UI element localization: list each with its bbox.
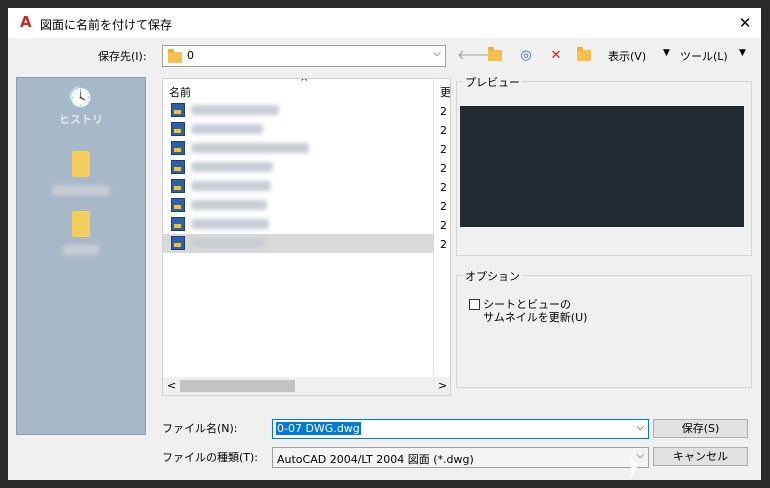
tools-dropdown-icon[interactable]: ▼	[739, 48, 746, 58]
table-row[interactable]	[163, 158, 434, 177]
date-cell: 2	[440, 219, 447, 232]
update-thumbnail-label-2: サムネイルを更新(U)	[483, 311, 588, 324]
filetype-label: ファイルの種類(T):	[162, 451, 259, 464]
up-folder-button[interactable]	[485, 46, 505, 66]
options-group: オプション	[456, 268, 752, 388]
folder-up-icon	[488, 47, 502, 61]
savein-label: 保存先(I):	[98, 50, 147, 63]
folder-icon	[72, 151, 90, 177]
table-row[interactable]	[163, 196, 434, 215]
savein-value: 0	[187, 49, 194, 62]
history-icon: 🕓	[67, 86, 95, 111]
file-name-blurred	[191, 105, 279, 115]
dwg-file-icon	[171, 103, 185, 117]
file-name-blurred	[191, 162, 273, 172]
folder-icon	[168, 49, 182, 63]
place-label-blurred	[63, 245, 99, 255]
new-folder-icon	[577, 47, 591, 61]
date-cell: 2	[440, 143, 447, 156]
table-row[interactable]	[163, 101, 434, 120]
filename-value: 0-07 DWG.dwg	[276, 422, 361, 435]
save-button[interactable]: 保存(S)	[653, 419, 748, 438]
date-cell: 2	[440, 124, 447, 137]
dwg-file-icon	[171, 141, 185, 155]
scroll-right-icon[interactable]: >	[438, 379, 447, 392]
filename-label: ファイル名(N):	[162, 422, 238, 435]
options-label: オプション	[463, 268, 522, 284]
mouse-cursor-icon	[631, 459, 638, 479]
date-cell: 2	[440, 181, 447, 194]
title-bar: A 図面に名前を付けて保存 ✕	[8, 8, 761, 38]
dwg-file-icon	[171, 122, 185, 136]
table-row[interactable]	[163, 177, 434, 196]
chevron-down-icon[interactable]: ⌵	[636, 422, 644, 433]
back-icon[interactable]: 🡐	[457, 46, 492, 66]
file-name-blurred	[191, 238, 265, 248]
tools-menu[interactable]: ツール(L)	[680, 48, 728, 64]
view-dropdown-icon[interactable]: ▼	[663, 48, 670, 58]
savein-combo[interactable]: 0 ⌵	[162, 45, 446, 67]
save-drawing-dialog: A 図面に名前を付けて保存 ✕ 保存先(I): 0 ⌵ 🡐 ◎ ✕ 表示(V) …	[8, 8, 761, 480]
column-header-name[interactable]: 名前	[169, 84, 191, 100]
place-folder-1[interactable]	[17, 151, 145, 198]
file-name-blurred	[191, 200, 267, 210]
places-sidebar: 🕓 ヒストリ	[16, 77, 146, 435]
date-cell: 2	[440, 238, 447, 251]
chevron-down-icon: ⌵	[433, 48, 441, 59]
cancel-button[interactable]: キャンセル	[653, 447, 748, 466]
dwg-file-icon	[171, 236, 185, 250]
update-thumbnail-checkbox[interactable]	[469, 299, 480, 310]
file-name-blurred	[191, 143, 309, 153]
sort-up-icon: ^	[300, 78, 309, 88]
filename-input[interactable]: 0-07 DWG.dwg ⌵	[272, 419, 649, 439]
autocad-icon: A	[20, 13, 32, 31]
file-name-blurred	[191, 181, 271, 191]
filetype-select[interactable]: AutoCAD 2004/LT 2004 図面 (*.dwg) ⌵	[272, 447, 649, 468]
delete-icon[interactable]: ✕	[546, 46, 566, 66]
file-name-blurred	[191, 219, 269, 229]
column-header-date[interactable]: 更	[440, 84, 450, 100]
new-folder-button[interactable]	[574, 46, 594, 66]
folder-icon	[72, 211, 90, 237]
date-cell: 2	[440, 200, 447, 213]
place-folder-2[interactable]	[17, 211, 145, 258]
dwg-file-icon	[171, 217, 185, 231]
dwg-file-icon	[171, 160, 185, 174]
table-row-selected[interactable]	[163, 234, 434, 253]
table-row[interactable]	[163, 139, 434, 158]
close-button[interactable]: ✕	[733, 11, 757, 35]
dialog-title: 図面に名前を付けて保存	[40, 18, 173, 32]
preview-label: プレビュー	[463, 74, 522, 90]
table-row[interactable]	[163, 120, 434, 139]
search-web-icon[interactable]: ◎	[516, 46, 536, 66]
view-menu[interactable]: 表示(V)	[608, 48, 646, 64]
date-cell: 2	[440, 162, 447, 175]
scrollbar-thumb[interactable]	[180, 380, 295, 392]
preview-image	[460, 106, 744, 227]
place-history-label: ヒストリ	[59, 113, 103, 126]
filetype-value: AutoCAD 2004/LT 2004 図面 (*.dwg)	[277, 453, 474, 466]
file-name-blurred	[191, 124, 263, 134]
table-row[interactable]	[163, 215, 434, 234]
horizontal-scrollbar[interactable]: < >	[163, 377, 450, 395]
scroll-left-icon[interactable]: <	[167, 379, 176, 392]
file-list[interactable]: ^ 名前 更 2 2 2 2 2 2 2 2 < >	[162, 78, 451, 396]
place-history[interactable]: 🕓 ヒストリ	[17, 86, 145, 127]
date-cell: 2	[440, 105, 447, 118]
place-label-blurred	[52, 185, 110, 195]
dwg-file-icon	[171, 179, 185, 193]
dwg-file-icon	[171, 198, 185, 212]
